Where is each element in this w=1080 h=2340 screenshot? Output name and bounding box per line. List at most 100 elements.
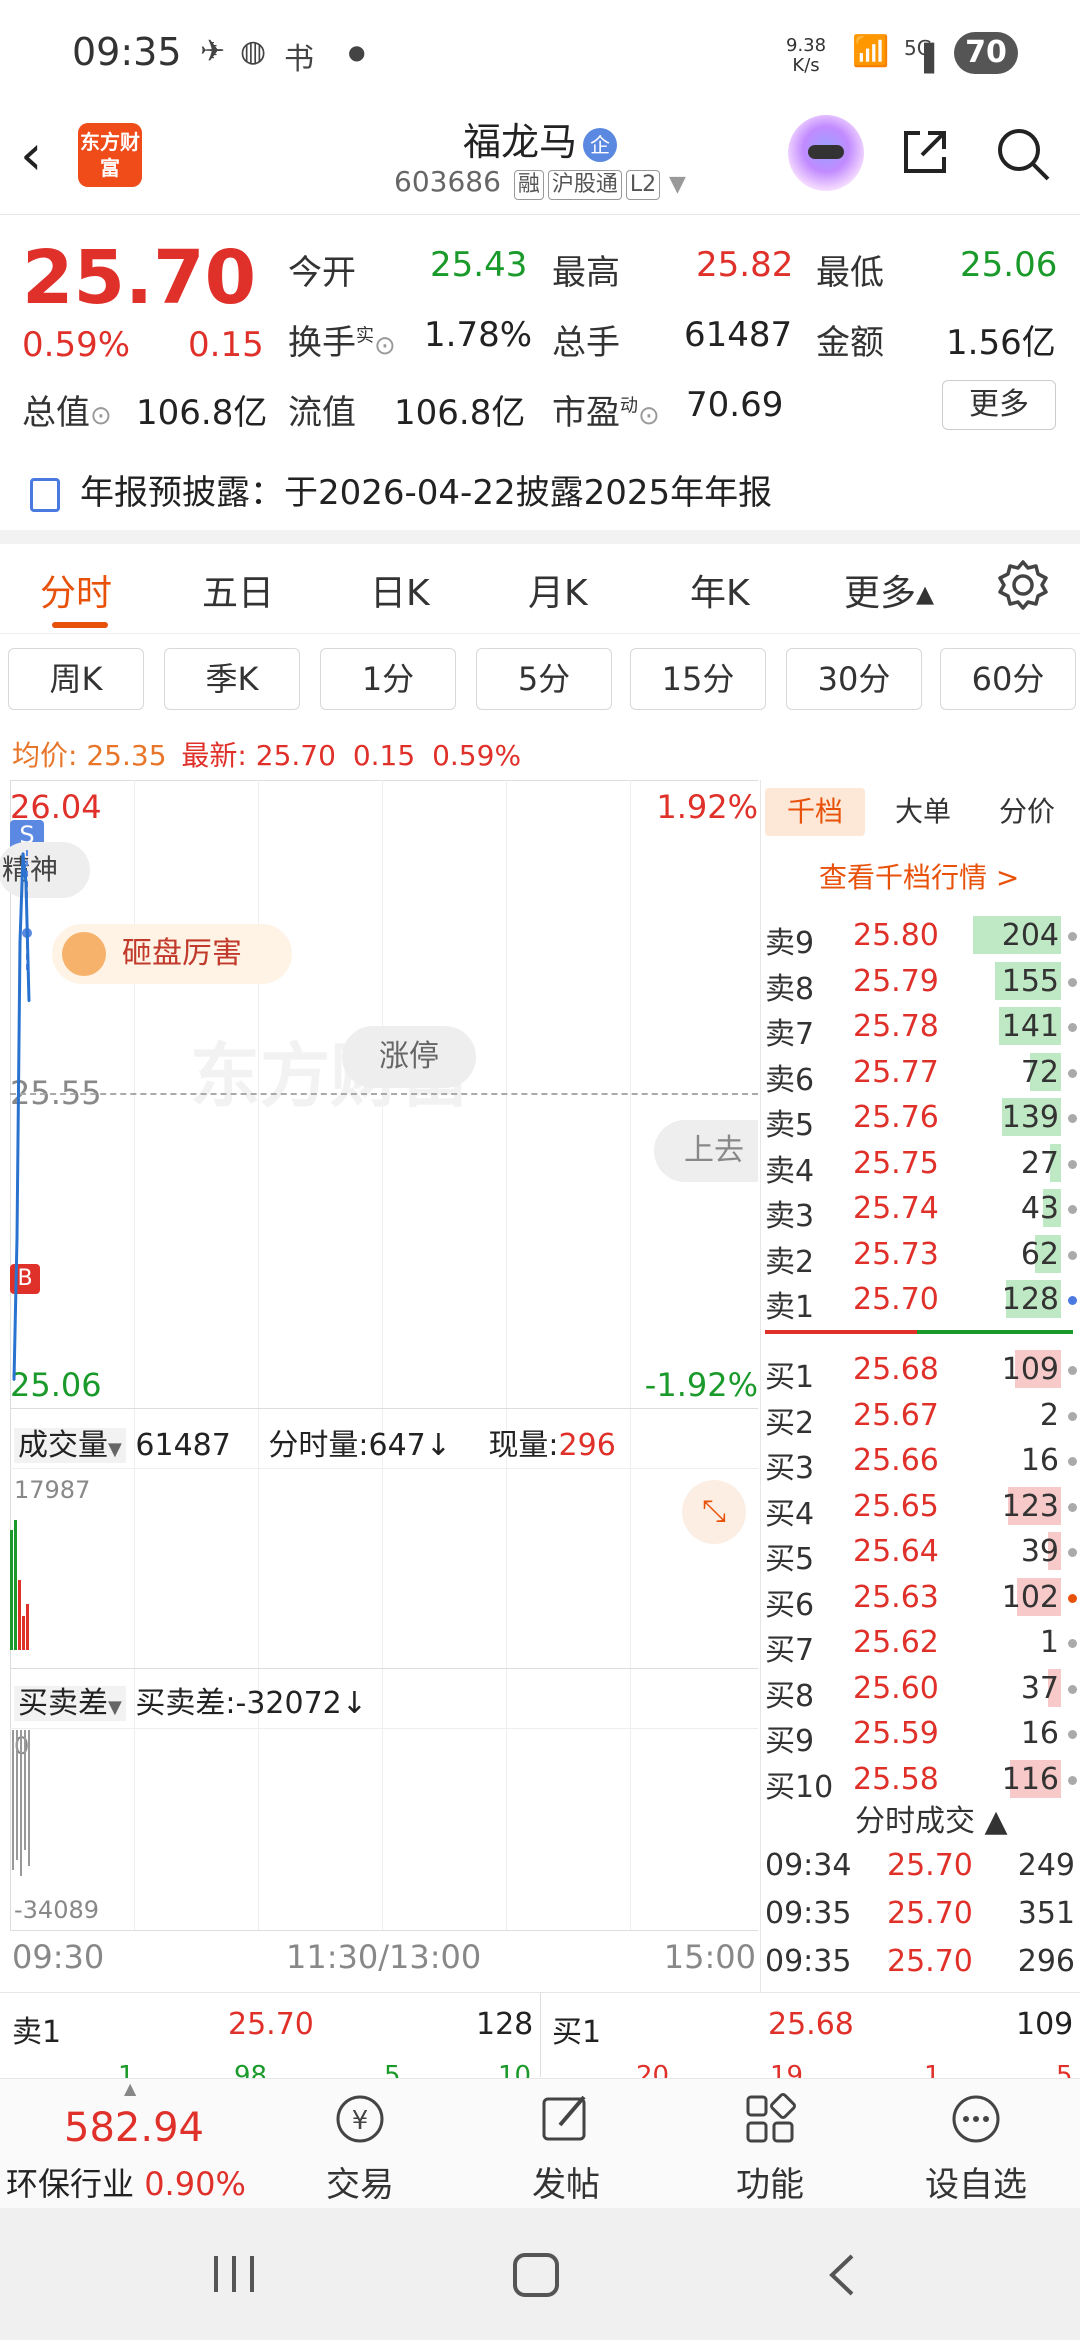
grid-icon (746, 2093, 796, 2143)
book-tab-depth[interactable]: 千档 (765, 788, 865, 836)
bid-price: 25.62 (853, 1625, 939, 1660)
ask-row[interactable]: 卖6 25.77 72 (761, 1049, 1080, 1098)
report-notice[interactable]: 年报预披露：于2026-04-22披露2025年年报 (30, 465, 772, 514)
avg-label: 均价: (12, 739, 78, 772)
period-week[interactable]: 周K (8, 648, 144, 710)
change-amount: 0.15 (188, 325, 264, 365)
tab-five-day[interactable]: 五日 (202, 564, 274, 616)
bid-level-label: 买4 (765, 1496, 815, 1532)
bid-row[interactable]: 买10 25.58 116 (761, 1756, 1080, 1805)
watchlist-label: 设自选 (925, 2165, 1027, 2205)
ask-row[interactable]: 卖5 25.76 139 (761, 1094, 1080, 1143)
ask-volume: 139 (1001, 1100, 1059, 1135)
trade-button[interactable]: ¥ 交易 (290, 2089, 430, 2206)
dot-icon (1068, 1205, 1077, 1214)
ask-row[interactable]: 卖4 25.75 27 (761, 1140, 1080, 1189)
bid-level-label: 买7 (765, 1633, 815, 1668)
tab-year-k[interactable]: 年K (690, 564, 750, 616)
bid-level-label: 买10 (765, 1769, 834, 1805)
info-icon[interactable]: ⊙ (638, 401, 660, 431)
bid-row[interactable]: 买1 25.68 109 (761, 1346, 1080, 1395)
dot-icon (1068, 1114, 1077, 1123)
ask-price: 25.77 (853, 1054, 939, 1090)
ask-volume: 43 (1020, 1191, 1059, 1226)
function-button[interactable]: 功能 (700, 2089, 840, 2206)
share-icon[interactable] (898, 125, 952, 179)
price-point (25, 881, 27, 884)
ask-row[interactable]: 卖2 25.73 62 (761, 1231, 1080, 1280)
amount-label: 金额 (816, 323, 884, 363)
system-nav-bar (0, 2208, 1080, 2340)
back-nav-icon[interactable] (822, 2252, 862, 2298)
trade-time: 09:35 (765, 1944, 852, 1979)
bid-level-label: 买1 (765, 1360, 815, 1395)
ask-volume: 27 (1020, 1145, 1059, 1181)
search-icon[interactable] (994, 125, 1052, 183)
tab-day-k[interactable]: 日K (370, 564, 430, 616)
bid-row[interactable]: 买6 25.63 102 (761, 1574, 1080, 1623)
info-icon[interactable]: ⊙ (90, 401, 112, 431)
post-button[interactable]: 发帖 (496, 2089, 636, 2206)
bid-row[interactable]: 买7 25.62 1 (761, 1619, 1080, 1668)
latest-change: 0.15 (352, 739, 416, 772)
recent-apps-icon[interactable] (210, 2254, 260, 2294)
period-15min[interactable]: 15分 (630, 648, 766, 710)
period-30min[interactable]: 30分 (786, 648, 922, 710)
ask-row[interactable]: 卖7 25.78 141 (761, 1003, 1080, 1052)
view-depth-link[interactable]: 查看千档行情 > (819, 856, 1019, 896)
ask-level-label: 卖9 (765, 926, 815, 961)
add-watchlist-button[interactable]: 设自选 (906, 2089, 1046, 2206)
info-icon[interactable]: ⊙ (374, 331, 396, 361)
expand-icon[interactable]: ⤡ (682, 1480, 746, 1544)
ask-row[interactable]: 卖8 25.79 155 (761, 958, 1080, 1007)
ask-price: 25.75 (853, 1145, 939, 1181)
intraday-chart[interactable]: 东方财富 26.04 1.92% 25.55 25.06 -1.92% S 精神… (0, 780, 758, 1992)
bid-volume: 102 (1001, 1579, 1059, 1615)
book-tab-large[interactable]: 大单 (873, 788, 973, 836)
trades-header[interactable]: 分时成交 ▲ (855, 1796, 1008, 1840)
turnover-label: 换手实⊙ (288, 315, 396, 364)
ask-level-label: 卖3 (765, 1199, 815, 1234)
diff-min: -34089 (14, 1896, 100, 1924)
pe-sup: 动 (620, 395, 638, 417)
bid-row[interactable]: 买9 25.59 16 (761, 1710, 1080, 1759)
bid-row[interactable]: 买4 25.65 123 (761, 1483, 1080, 1532)
period-quarter[interactable]: 季K (164, 648, 300, 710)
price-point (13, 1379, 15, 1381)
tab-more[interactable]: 更多▴ (844, 564, 934, 616)
period-60min[interactable]: 60分 (940, 648, 1076, 710)
home-icon[interactable] (512, 2252, 562, 2298)
bid-row[interactable]: 买8 25.60 37 (761, 1665, 1080, 1714)
ask-price: 25.73 (853, 1236, 939, 1272)
tab-intraday[interactable]: 分时 (40, 564, 112, 616)
chevron-down-icon: ▼ (669, 172, 686, 197)
bid-row[interactable]: 买5 25.64 39 (761, 1528, 1080, 1577)
period-5min[interactable]: 5分 (476, 648, 612, 710)
pe-label-text: 市盈 (552, 393, 620, 433)
volume-value: 61487 (684, 315, 793, 355)
ask-level-label: 卖5 (765, 1108, 815, 1143)
section-line (10, 1468, 758, 1469)
book-tab-price[interactable]: 分价 (975, 788, 1079, 836)
ask-level-label: 卖8 (765, 971, 815, 1007)
period-1min[interactable]: 1分 (320, 648, 456, 710)
gear-icon[interactable] (996, 558, 1050, 612)
volume-dropdown[interactable]: 成交量▼ (14, 1428, 126, 1463)
more-button[interactable]: 更多 (942, 380, 1056, 430)
book-tabs: 千档 大单 分价 (761, 788, 1080, 838)
ai-assistant-icon[interactable] (788, 115, 864, 191)
ask-row[interactable]: 卖9 25.80 204 (761, 912, 1080, 961)
bid-volume: 123 (1001, 1488, 1059, 1524)
tab-month-k[interactable]: 月K (528, 564, 588, 616)
bid-volume: 16 (1020, 1716, 1059, 1751)
bid-row[interactable]: 买2 25.67 2 (761, 1392, 1080, 1441)
wifi-icon: 📶 (852, 34, 890, 69)
industry-index[interactable]: ▲ 582.94 环保行业 0.90% (0, 2079, 270, 2209)
index-value: 582.94 (64, 2105, 204, 2151)
ask-row[interactable]: 卖3 25.74 43 (761, 1185, 1080, 1234)
stock-name: 福龙马 (462, 120, 577, 164)
ask-row[interactable]: 卖1 25.70 128 (761, 1276, 1080, 1325)
high-label: 最高 (552, 253, 620, 293)
diff-dropdown[interactable]: 买卖差▼ (14, 1686, 126, 1721)
bid-row[interactable]: 买3 25.66 16 (761, 1437, 1080, 1486)
